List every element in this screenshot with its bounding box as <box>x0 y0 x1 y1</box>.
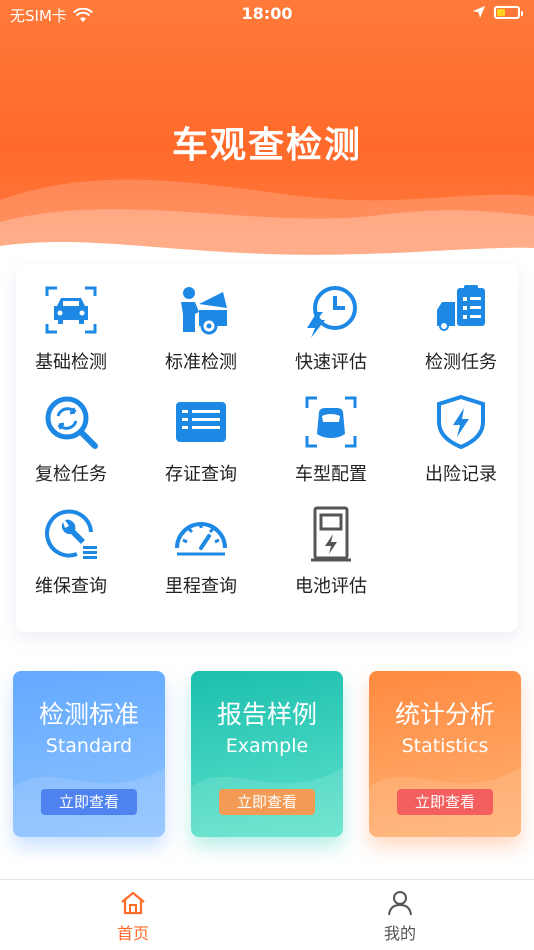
fast-clock-icon <box>307 286 357 338</box>
status-bar: 无SIM卡 18:00 <box>0 0 534 30</box>
grid-label: 标准检测 <box>165 352 237 373</box>
feature-card-statistics[interactable]: 统计分析 Statistics 立即查看 <box>369 671 521 837</box>
shield-bolt-icon <box>437 394 485 450</box>
grid-item-recheck-task[interactable]: 复检任务 <box>11 394 131 486</box>
view-now-button[interactable]: 立即查看 <box>219 789 315 815</box>
function-grid: 基础检测 标准检测 快速评估 检测任务 复检任务 存证查询 车型配置 出险记录 … <box>16 264 518 632</box>
mechanic-icon <box>181 287 227 335</box>
clock: 18:00 <box>241 4 293 23</box>
recheck-search-icon <box>45 396 98 449</box>
certificate-icon <box>176 402 226 442</box>
tab-bar: 首页 我的 <box>0 879 534 950</box>
truck-task-icon <box>437 285 485 331</box>
grid-label: 里程查询 <box>165 576 237 597</box>
tab-label: 我的 <box>383 924 416 943</box>
speedometer-icon <box>175 522 227 556</box>
location-arrow-icon <box>473 6 485 18</box>
header-banner: 无SIM卡 18:00 车观查检测 <box>0 0 534 270</box>
tab-home[interactable]: 首页 <box>93 890 173 944</box>
tab-label: 首页 <box>116 924 149 943</box>
grid-item-basic-inspection[interactable]: 基础检测 <box>11 282 131 374</box>
view-now-button[interactable]: 立即查看 <box>41 789 137 815</box>
grid-label: 快速评估 <box>295 352 367 373</box>
grid-item-inspection-task[interactable]: 检测任务 <box>401 282 521 374</box>
header-wave <box>0 179 534 270</box>
grid-label: 出险记录 <box>425 464 497 485</box>
grid-label: 基础检测 <box>35 352 107 373</box>
car-model-icon <box>305 396 357 448</box>
wrench-icon <box>45 509 97 559</box>
grid-label: 维保查询 <box>35 576 107 597</box>
user-icon <box>388 891 412 916</box>
card-title: 检测标准 <box>38 700 139 729</box>
grid-item-maintenance-query[interactable]: 维保查询 <box>11 506 131 598</box>
grid-item-quick-assessment[interactable]: 快速评估 <box>271 282 391 374</box>
battery-icon <box>494 5 523 19</box>
car-scan-icon <box>45 286 97 334</box>
feature-card-example[interactable]: 报告样例 Example 立即查看 <box>191 671 343 837</box>
view-now-button[interactable]: 立即查看 <box>397 789 493 815</box>
grid-label: 电池评估 <box>295 576 367 597</box>
grid-label: 检测任务 <box>425 352 497 373</box>
grid-item-accident-record[interactable]: 出险记录 <box>401 394 521 486</box>
grid-item-mileage-query[interactable]: 里程查询 <box>141 506 261 598</box>
grid-item-model-config[interactable]: 车型配置 <box>271 394 391 486</box>
grid-label: 复检任务 <box>35 464 107 485</box>
grid-item-battery-assessment[interactable]: 电池评估 <box>271 506 391 598</box>
grid-label: 存证查询 <box>165 464 237 485</box>
grid-item-standard-inspection[interactable]: 标准检测 <box>141 282 261 374</box>
grid-item-certificate-query[interactable]: 存证查询 <box>141 394 261 486</box>
grid-label: 车型配置 <box>295 464 367 485</box>
card-title: 报告样例 <box>216 700 317 729</box>
feature-card-standard[interactable]: 检测标准 Standard 立即查看 <box>13 671 165 837</box>
tab-profile[interactable]: 我的 <box>360 890 440 944</box>
home-icon <box>121 891 145 915</box>
charging-station-icon <box>311 506 351 562</box>
card-title: 统计分析 <box>394 700 495 729</box>
